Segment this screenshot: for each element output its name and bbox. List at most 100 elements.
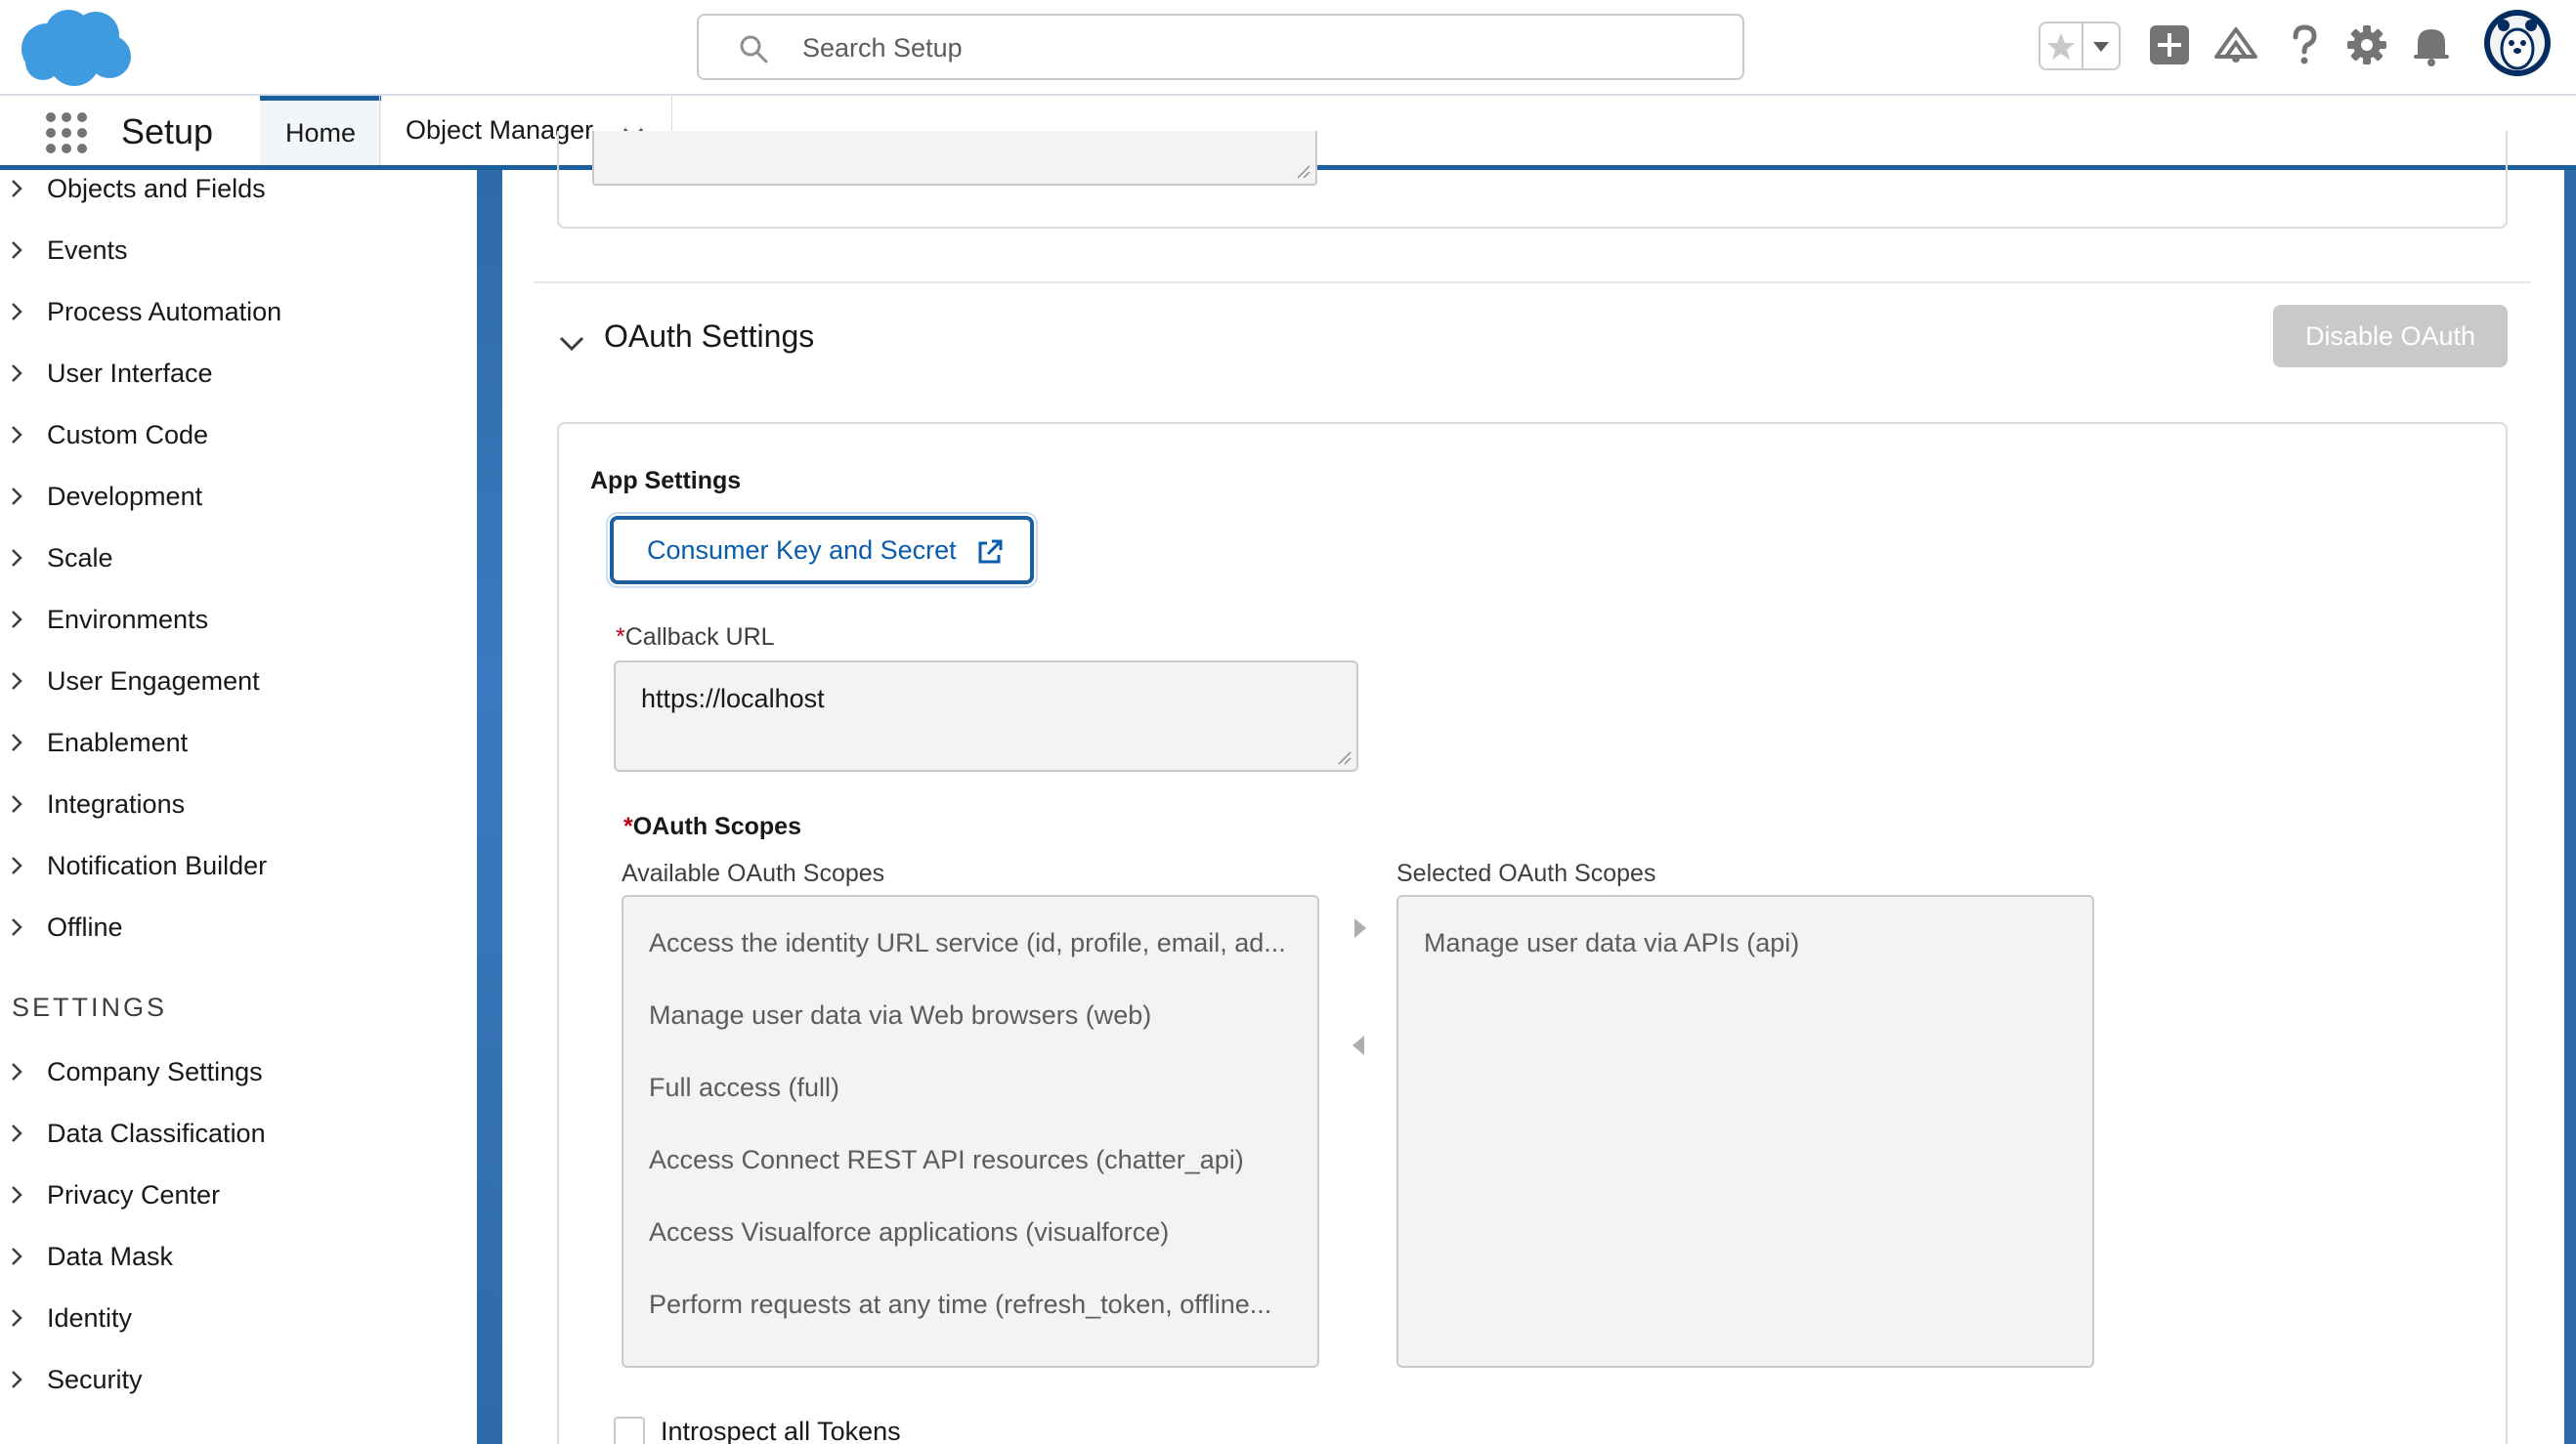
resize-handle-icon[interactable] bbox=[1337, 750, 1352, 766]
chevron-right-icon bbox=[12, 364, 22, 382]
sidebar-item-security[interactable]: Security bbox=[0, 1355, 477, 1404]
available-scopes-listbox[interactable]: Access the identity URL service (id, pro… bbox=[622, 895, 1319, 1368]
available-scopes-label: Available OAuth Scopes bbox=[622, 860, 885, 887]
main-content: OAuth Settings Disable OAuth App Setting… bbox=[502, 131, 2564, 1444]
disable-oauth-button[interactable]: Disable OAuth bbox=[2273, 305, 2508, 367]
app-name: Setup bbox=[121, 111, 214, 151]
introspect-tokens-label: Introspect all Tokens bbox=[661, 1417, 901, 1444]
sidebar-item-label: Development bbox=[47, 482, 203, 511]
chevron-right-icon bbox=[12, 672, 22, 690]
sidebar-item-label: User Interface bbox=[47, 359, 213, 388]
sidebar-item-data-mask[interactable]: Data Mask bbox=[0, 1232, 477, 1281]
description-textarea[interactable] bbox=[592, 131, 1317, 186]
callback-url-label: *Callback URL bbox=[616, 623, 775, 652]
setup-gear-icon[interactable] bbox=[2343, 21, 2390, 68]
chevron-right-icon bbox=[12, 426, 22, 444]
setup-sidebar: Objects and Fields Events Process Automa… bbox=[0, 170, 477, 1444]
consumer-key-and-secret-button[interactable]: Consumer Key and Secret bbox=[610, 516, 1034, 584]
chevron-right-icon bbox=[12, 549, 22, 567]
favorites-group bbox=[2039, 21, 2121, 70]
chevron-right-icon bbox=[12, 241, 22, 259]
sidebar-item-integrations[interactable]: Integrations bbox=[0, 780, 477, 828]
chevron-right-icon bbox=[12, 488, 22, 505]
sidebar-item-development[interactable]: Development bbox=[0, 472, 477, 521]
move-left-arrow-icon[interactable] bbox=[1349, 1032, 1370, 1059]
sidebar-item-objects-and-fields[interactable]: Objects and Fields bbox=[0, 164, 477, 213]
sidebar-item-label: Process Automation bbox=[47, 297, 282, 326]
list-item[interactable]: Full access (full) bbox=[649, 1073, 1294, 1103]
list-item[interactable]: Perform requests at any time (refresh_to… bbox=[649, 1290, 1294, 1320]
selected-scopes-listbox[interactable]: Manage user data via APIs (api) bbox=[1396, 895, 2094, 1368]
favorites-star-icon bbox=[2047, 33, 2075, 60]
global-header: Search Setup bbox=[0, 0, 2576, 96]
notifications-bell-icon[interactable] bbox=[2408, 21, 2455, 68]
sidebar-item-label: Privacy Center bbox=[47, 1180, 221, 1210]
sidebar-item-events[interactable]: Events bbox=[0, 226, 477, 275]
external-link-icon bbox=[978, 539, 1003, 564]
sidebar-item-label: Environments bbox=[47, 605, 209, 634]
sidebar-item-label: Security bbox=[47, 1365, 143, 1394]
sidebar-item-label: Events bbox=[47, 235, 128, 265]
sidebar-item-notification-builder[interactable]: Notification Builder bbox=[0, 841, 477, 890]
list-item[interactable]: Access Connect REST API resources (chatt… bbox=[649, 1145, 1294, 1175]
chevron-right-icon bbox=[12, 611, 22, 628]
help-icon[interactable] bbox=[2281, 21, 2328, 68]
page-background-band bbox=[477, 170, 502, 1444]
chevron-right-icon bbox=[12, 1371, 22, 1388]
chevron-down-icon[interactable] bbox=[555, 326, 588, 360]
global-actions-plus-icon[interactable] bbox=[2146, 21, 2193, 68]
sidebar-item-offline[interactable]: Offline bbox=[0, 903, 477, 952]
favorites-dropdown-button[interactable] bbox=[2083, 23, 2119, 68]
introspect-tokens-checkbox[interactable] bbox=[614, 1417, 645, 1444]
chevron-right-icon bbox=[12, 1125, 22, 1142]
previous-section-card bbox=[557, 131, 2508, 229]
app-settings-title: App Settings bbox=[590, 467, 742, 494]
callback-url-field[interactable]: https://localhost bbox=[614, 660, 1358, 772]
sidebar-item-label: Objects and Fields bbox=[47, 174, 266, 203]
sidebar-item-enablement[interactable]: Enablement bbox=[0, 718, 477, 767]
search-input[interactable]: Search Setup bbox=[697, 14, 1744, 80]
avatar-astro-icon bbox=[2484, 10, 2551, 76]
favorites-button[interactable] bbox=[2040, 23, 2083, 68]
list-item[interactable]: Access Visualforce applications (visualf… bbox=[649, 1217, 1294, 1248]
tab-home-label: Home bbox=[285, 117, 357, 148]
section-divider bbox=[534, 281, 2531, 283]
app-launcher-icon[interactable] bbox=[43, 109, 90, 156]
chevron-right-icon bbox=[12, 1248, 22, 1265]
chevron-right-icon bbox=[12, 1186, 22, 1204]
chevron-right-icon bbox=[12, 303, 22, 320]
sidebar-item-label: User Engagement bbox=[47, 666, 260, 696]
salesforce-logo[interactable] bbox=[18, 6, 133, 88]
sidebar-item-user-interface[interactable]: User Interface bbox=[0, 349, 477, 398]
chevron-down-icon bbox=[2093, 42, 2109, 52]
chevron-right-icon bbox=[12, 1063, 22, 1081]
required-marker: * bbox=[623, 813, 633, 840]
sidebar-item-privacy-center[interactable]: Privacy Center bbox=[0, 1170, 477, 1219]
sidebar-item-label: Custom Code bbox=[47, 420, 209, 449]
sidebar-item-custom-code[interactable]: Custom Code bbox=[0, 410, 477, 459]
sidebar-item-label: Data Classification bbox=[47, 1119, 266, 1148]
move-right-arrow-icon[interactable] bbox=[1349, 914, 1370, 942]
sidebar-settings-heading: SETTINGS bbox=[12, 993, 168, 1022]
resize-handle-icon[interactable] bbox=[1296, 164, 1311, 180]
search-placeholder: Search Setup bbox=[802, 33, 963, 63]
sidebar-item-data-classification[interactable]: Data Classification bbox=[0, 1109, 477, 1158]
sidebar-item-label: Notification Builder bbox=[47, 851, 268, 880]
selected-scopes-label: Selected OAuth Scopes bbox=[1396, 860, 1656, 887]
sidebar-item-identity[interactable]: Identity bbox=[0, 1294, 477, 1342]
list-item[interactable]: Manage user data via APIs (api) bbox=[1424, 928, 2069, 958]
list-item[interactable]: Manage user data via Web browsers (web) bbox=[649, 1000, 1294, 1031]
sidebar-item-user-engagement[interactable]: User Engagement bbox=[0, 657, 477, 705]
sidebar-item-company-settings[interactable]: Company Settings bbox=[0, 1047, 477, 1096]
sidebar-item-environments[interactable]: Environments bbox=[0, 595, 477, 644]
sidebar-item-scale[interactable]: Scale bbox=[0, 533, 477, 582]
tab-home[interactable]: Home bbox=[260, 96, 381, 165]
sidebar-item-process-automation[interactable]: Process Automation bbox=[0, 287, 477, 336]
sidebar-item-label: Identity bbox=[47, 1303, 133, 1333]
callback-url-label-text: Callback URL bbox=[624, 623, 775, 651]
user-avatar[interactable] bbox=[2482, 8, 2553, 78]
trailhead-icon[interactable] bbox=[2212, 21, 2259, 68]
oauth-section-title[interactable]: OAuth Settings bbox=[604, 319, 814, 355]
list-item[interactable]: Access the identity URL service (id, pro… bbox=[649, 928, 1294, 958]
search-icon bbox=[740, 35, 768, 64]
